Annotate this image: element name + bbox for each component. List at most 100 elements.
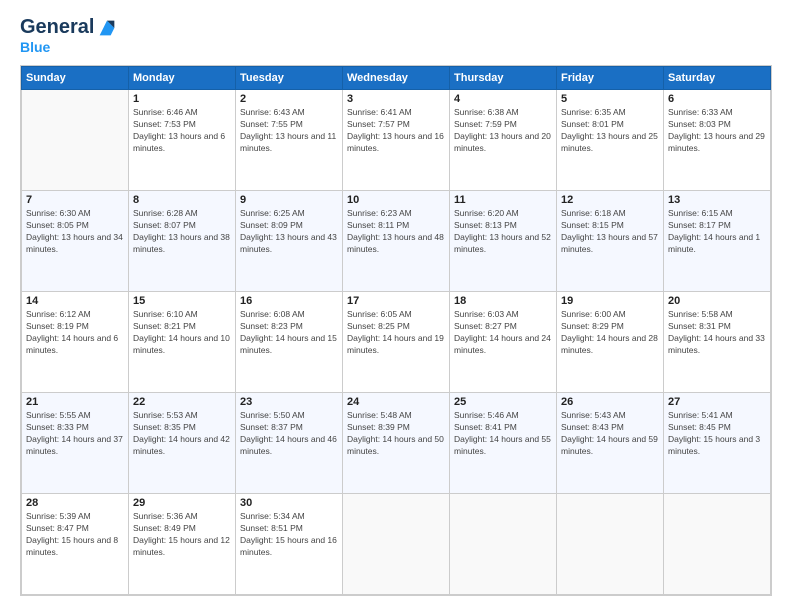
sunset: Sunset: 8:19 PM bbox=[26, 321, 89, 331]
daylight: Daylight: 14 hours and 42 minutes. bbox=[133, 434, 230, 456]
sunset: Sunset: 8:27 PM bbox=[454, 321, 517, 331]
daylight: Daylight: 14 hours and 6 minutes. bbox=[26, 333, 118, 355]
sunset: Sunset: 8:11 PM bbox=[347, 220, 409, 230]
sunset: Sunset: 8:39 PM bbox=[347, 422, 410, 432]
day-cell: 6 Sunrise: 6:33 AM Sunset: 8:03 PM Dayli… bbox=[664, 90, 771, 191]
daylight: Daylight: 14 hours and 59 minutes. bbox=[561, 434, 658, 456]
day-info: Sunrise: 5:34 AM Sunset: 8:51 PM Dayligh… bbox=[240, 511, 338, 559]
sunrise: Sunrise: 6:38 AM bbox=[454, 107, 519, 117]
sunrise: Sunrise: 5:34 AM bbox=[240, 511, 305, 521]
sunset: Sunset: 7:55 PM bbox=[240, 119, 303, 129]
sunset: Sunset: 8:09 PM bbox=[240, 220, 303, 230]
day-info: Sunrise: 6:00 AM Sunset: 8:29 PM Dayligh… bbox=[561, 309, 659, 357]
day-info: Sunrise: 5:39 AM Sunset: 8:47 PM Dayligh… bbox=[26, 511, 124, 559]
sunset: Sunset: 8:35 PM bbox=[133, 422, 196, 432]
sunset: Sunset: 8:03 PM bbox=[668, 119, 731, 129]
sunrise: Sunrise: 6:00 AM bbox=[561, 309, 626, 319]
day-cell: 14 Sunrise: 6:12 AM Sunset: 8:19 PM Dayl… bbox=[22, 292, 129, 393]
day-cell: 15 Sunrise: 6:10 AM Sunset: 8:21 PM Dayl… bbox=[129, 292, 236, 393]
sunset: Sunset: 8:15 PM bbox=[561, 220, 624, 230]
day-info: Sunrise: 6:20 AM Sunset: 8:13 PM Dayligh… bbox=[454, 208, 552, 256]
day-info: Sunrise: 5:58 AM Sunset: 8:31 PM Dayligh… bbox=[668, 309, 766, 357]
day-info: Sunrise: 5:43 AM Sunset: 8:43 PM Dayligh… bbox=[561, 410, 659, 458]
daylight: Daylight: 14 hours and 24 minutes. bbox=[454, 333, 551, 355]
sunrise: Sunrise: 6:18 AM bbox=[561, 208, 626, 218]
day-number: 18 bbox=[454, 295, 552, 307]
day-number: 6 bbox=[668, 93, 766, 105]
sunset: Sunset: 8:17 PM bbox=[668, 220, 731, 230]
daylight: Daylight: 13 hours and 38 minutes. bbox=[133, 232, 230, 254]
day-info: Sunrise: 6:30 AM Sunset: 8:05 PM Dayligh… bbox=[26, 208, 124, 256]
day-cell: 18 Sunrise: 6:03 AM Sunset: 8:27 PM Dayl… bbox=[450, 292, 557, 393]
day-number: 20 bbox=[668, 295, 766, 307]
week-row-2: 7 Sunrise: 6:30 AM Sunset: 8:05 PM Dayli… bbox=[22, 191, 771, 292]
daylight: Daylight: 13 hours and 34 minutes. bbox=[26, 232, 123, 254]
day-cell bbox=[664, 494, 771, 595]
day-number: 19 bbox=[561, 295, 659, 307]
sunset: Sunset: 8:01 PM bbox=[561, 119, 624, 129]
day-info: Sunrise: 6:46 AM Sunset: 7:53 PM Dayligh… bbox=[133, 107, 231, 155]
day-cell: 17 Sunrise: 6:05 AM Sunset: 8:25 PM Dayl… bbox=[343, 292, 450, 393]
day-number: 2 bbox=[240, 93, 338, 105]
sunset: Sunset: 8:07 PM bbox=[133, 220, 196, 230]
daylight: Daylight: 13 hours and 6 minutes. bbox=[133, 131, 225, 153]
sunset: Sunset: 8:13 PM bbox=[454, 220, 517, 230]
day-info: Sunrise: 5:41 AM Sunset: 8:45 PM Dayligh… bbox=[668, 410, 766, 458]
day-cell: 8 Sunrise: 6:28 AM Sunset: 8:07 PM Dayli… bbox=[129, 191, 236, 292]
header-row: Sunday Monday Tuesday Wednesday Thursday… bbox=[22, 67, 771, 90]
daylight: Daylight: 13 hours and 25 minutes. bbox=[561, 131, 658, 153]
day-info: Sunrise: 5:36 AM Sunset: 8:49 PM Dayligh… bbox=[133, 511, 231, 559]
sunrise: Sunrise: 6:15 AM bbox=[668, 208, 733, 218]
day-cell: 21 Sunrise: 5:55 AM Sunset: 8:33 PM Dayl… bbox=[22, 393, 129, 494]
sunset: Sunset: 8:31 PM bbox=[668, 321, 731, 331]
week-row-3: 14 Sunrise: 6:12 AM Sunset: 8:19 PM Dayl… bbox=[22, 292, 771, 393]
day-info: Sunrise: 6:33 AM Sunset: 8:03 PM Dayligh… bbox=[668, 107, 766, 155]
day-cell: 19 Sunrise: 6:00 AM Sunset: 8:29 PM Dayl… bbox=[557, 292, 664, 393]
day-number: 28 bbox=[26, 497, 124, 509]
day-info: Sunrise: 6:03 AM Sunset: 8:27 PM Dayligh… bbox=[454, 309, 552, 357]
logo-text: General bbox=[20, 16, 118, 39]
sunrise: Sunrise: 6:12 AM bbox=[26, 309, 91, 319]
sunset: Sunset: 8:51 PM bbox=[240, 523, 303, 533]
page: General Blue Sunday Monday Tuesday Wedne… bbox=[0, 0, 792, 612]
day-cell: 12 Sunrise: 6:18 AM Sunset: 8:15 PM Dayl… bbox=[557, 191, 664, 292]
sunrise: Sunrise: 6:10 AM bbox=[133, 309, 198, 319]
day-cell: 10 Sunrise: 6:23 AM Sunset: 8:11 PM Dayl… bbox=[343, 191, 450, 292]
day-number: 10 bbox=[347, 194, 445, 206]
sunset: Sunset: 8:43 PM bbox=[561, 422, 624, 432]
col-friday: Friday bbox=[557, 67, 664, 90]
day-cell: 1 Sunrise: 6:46 AM Sunset: 7:53 PM Dayli… bbox=[129, 90, 236, 191]
sunrise: Sunrise: 5:43 AM bbox=[561, 410, 626, 420]
sunrise: Sunrise: 6:33 AM bbox=[668, 107, 733, 117]
day-cell: 26 Sunrise: 5:43 AM Sunset: 8:43 PM Dayl… bbox=[557, 393, 664, 494]
day-number: 30 bbox=[240, 497, 338, 509]
sunrise: Sunrise: 5:53 AM bbox=[133, 410, 198, 420]
day-cell: 30 Sunrise: 5:34 AM Sunset: 8:51 PM Dayl… bbox=[236, 494, 343, 595]
day-info: Sunrise: 6:05 AM Sunset: 8:25 PM Dayligh… bbox=[347, 309, 445, 357]
day-info: Sunrise: 5:50 AM Sunset: 8:37 PM Dayligh… bbox=[240, 410, 338, 458]
daylight: Daylight: 13 hours and 20 minutes. bbox=[454, 131, 551, 153]
sunset: Sunset: 7:57 PM bbox=[347, 119, 410, 129]
day-cell: 22 Sunrise: 5:53 AM Sunset: 8:35 PM Dayl… bbox=[129, 393, 236, 494]
day-info: Sunrise: 6:35 AM Sunset: 8:01 PM Dayligh… bbox=[561, 107, 659, 155]
col-sunday: Sunday bbox=[22, 67, 129, 90]
daylight: Daylight: 14 hours and 37 minutes. bbox=[26, 434, 123, 456]
sunset: Sunset: 7:53 PM bbox=[133, 119, 196, 129]
daylight: Daylight: 13 hours and 57 minutes. bbox=[561, 232, 658, 254]
col-saturday: Saturday bbox=[664, 67, 771, 90]
daylight: Daylight: 14 hours and 15 minutes. bbox=[240, 333, 337, 355]
sunrise: Sunrise: 6:41 AM bbox=[347, 107, 412, 117]
sunrise: Sunrise: 5:58 AM bbox=[668, 309, 733, 319]
day-cell: 4 Sunrise: 6:38 AM Sunset: 7:59 PM Dayli… bbox=[450, 90, 557, 191]
day-info: Sunrise: 5:46 AM Sunset: 8:41 PM Dayligh… bbox=[454, 410, 552, 458]
daylight: Daylight: 13 hours and 11 minutes. bbox=[240, 131, 336, 153]
sunset: Sunset: 8:45 PM bbox=[668, 422, 731, 432]
sunset: Sunset: 8:41 PM bbox=[454, 422, 517, 432]
day-number: 17 bbox=[347, 295, 445, 307]
logo-blue-text: Blue bbox=[20, 39, 50, 55]
sunrise: Sunrise: 5:39 AM bbox=[26, 511, 91, 521]
daylight: Daylight: 14 hours and 19 minutes. bbox=[347, 333, 444, 355]
day-cell: 25 Sunrise: 5:46 AM Sunset: 8:41 PM Dayl… bbox=[450, 393, 557, 494]
day-number: 14 bbox=[26, 295, 124, 307]
day-info: Sunrise: 6:25 AM Sunset: 8:09 PM Dayligh… bbox=[240, 208, 338, 256]
